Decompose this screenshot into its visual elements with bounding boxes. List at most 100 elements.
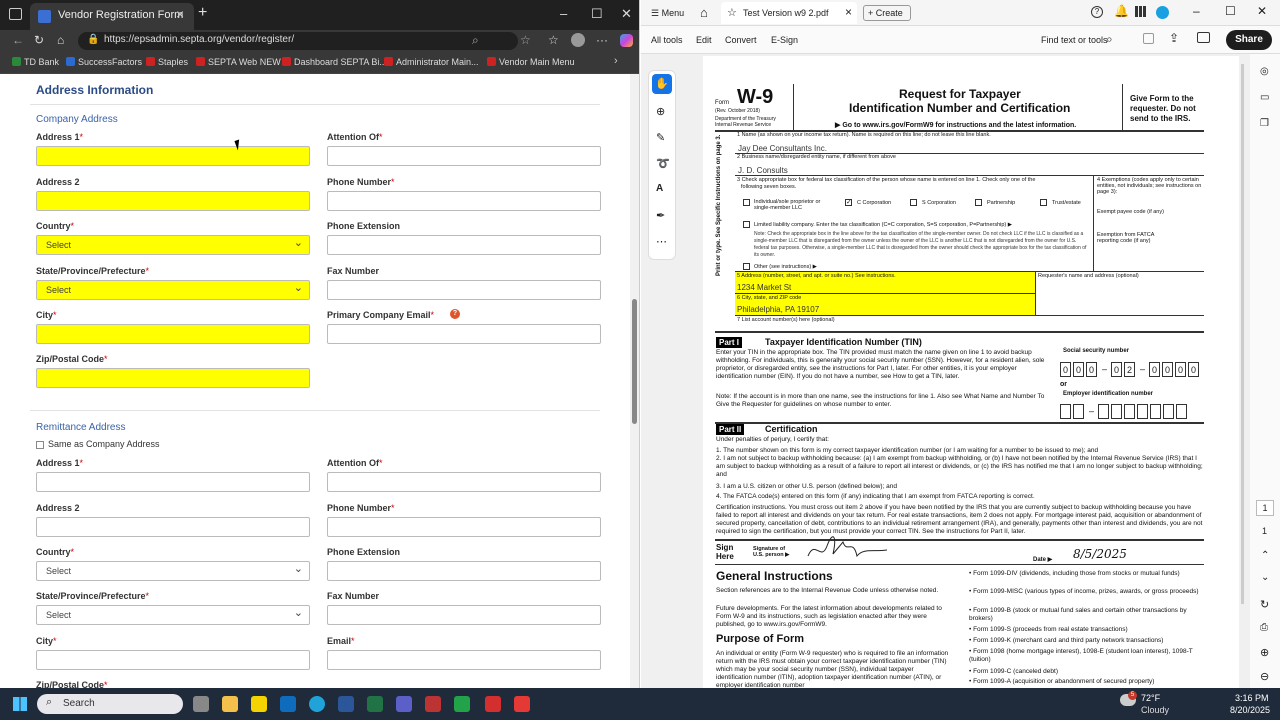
save-icon[interactable] bbox=[1143, 33, 1154, 44]
profile-avatar[interactable] bbox=[571, 33, 585, 47]
hand-tool-icon[interactable]: ✋ bbox=[652, 74, 672, 94]
page-fit-icon[interactable]: ⎙ bbox=[1260, 622, 1268, 633]
bookmark-septa-web[interactable]: SEPTA Web NEW bbox=[196, 57, 281, 67]
edit-tab[interactable]: Edit bbox=[696, 35, 712, 45]
bookmark-dashboard[interactable]: Dashboard SEPTA Bi... bbox=[282, 57, 387, 67]
ssn-digit[interactable]: 0 bbox=[1162, 362, 1173, 377]
remit-phone-input[interactable] bbox=[327, 517, 601, 537]
scorp-checkbox[interactable] bbox=[910, 199, 917, 206]
ssn-digit[interactable]: 0 bbox=[1111, 362, 1122, 377]
snipping-tool-icon[interactable] bbox=[425, 696, 441, 712]
more-menu-icon[interactable]: ··· bbox=[596, 33, 608, 47]
sticky-notes-icon[interactable] bbox=[251, 696, 267, 712]
llc-checkbox[interactable] bbox=[743, 221, 750, 228]
help-icon[interactable]: ? bbox=[450, 309, 460, 319]
word-icon[interactable] bbox=[338, 696, 354, 712]
page-scrollbar[interactable] bbox=[630, 74, 639, 688]
start-windows-icon[interactable] bbox=[13, 697, 27, 711]
company-state-select[interactable]: Select bbox=[36, 280, 310, 300]
ssn-digit[interactable]: 0 bbox=[1149, 362, 1160, 377]
account-avatar[interactable] bbox=[1156, 6, 1169, 19]
remit-country-select[interactable]: Select bbox=[36, 561, 310, 581]
ein-digit[interactable] bbox=[1150, 404, 1161, 419]
more-tools-icon[interactable]: ⋯ bbox=[656, 235, 667, 248]
minimize-icon[interactable]: – bbox=[1193, 4, 1200, 18]
home-icon[interactable]: ⌂ bbox=[57, 33, 64, 47]
remit-state-select[interactable]: Select bbox=[36, 605, 310, 625]
zoom-icon[interactable]: ⌕ bbox=[472, 33, 479, 48]
acrobat-icon[interactable] bbox=[485, 696, 501, 712]
zoom-in-icon[interactable]: ⊕ bbox=[1260, 646, 1269, 659]
page-number-input[interactable]: 1 bbox=[1256, 500, 1274, 516]
bookmark-successfactors[interactable]: SuccessFactors bbox=[66, 57, 142, 67]
back-icon[interactable]: ← bbox=[12, 33, 24, 47]
pdf-tab[interactable]: ☆ Test Version w9 2.pdf × bbox=[721, 2, 857, 24]
remit-address1-input[interactable] bbox=[36, 472, 310, 492]
maximize-icon[interactable]: ☐ bbox=[1225, 4, 1236, 18]
fill-sign-icon[interactable]: ✒ bbox=[656, 209, 665, 222]
scrollbar-thumb[interactable] bbox=[632, 299, 637, 424]
edge-icon[interactable] bbox=[309, 696, 325, 712]
close-window-icon[interactable]: ✕ bbox=[1257, 4, 1267, 18]
clock-date[interactable]: 8/20/2025 bbox=[1230, 705, 1270, 715]
comment-zoom-icon[interactable]: ⊕ bbox=[656, 105, 665, 118]
notifications-bell-icon[interactable]: 🔔 bbox=[1114, 4, 1129, 18]
url-field[interactable]: 🔒 https://epsadmin.septa.org/vendor/regi… bbox=[78, 32, 518, 50]
lasso-icon[interactable]: ➰ bbox=[656, 157, 670, 170]
remit-phone-ext-input[interactable] bbox=[327, 561, 601, 581]
excel-icon[interactable] bbox=[367, 696, 383, 712]
company-city-input[interactable] bbox=[36, 324, 310, 344]
company-address2-input[interactable] bbox=[36, 191, 310, 211]
bookmark-vendor-menu[interactable]: Vendor Main Menu bbox=[487, 57, 575, 67]
other-checkbox[interactable] bbox=[743, 263, 750, 270]
pdf-scrollbar[interactable] bbox=[1241, 64, 1244, 604]
home-icon[interactable]: ⌂ bbox=[700, 5, 708, 20]
upload-cloud-icon[interactable]: ⇪ bbox=[1169, 31, 1179, 45]
partnership-checkbox[interactable] bbox=[975, 199, 982, 206]
minimize-icon[interactable]: – bbox=[560, 6, 567, 21]
close-window-icon[interactable]: ✕ bbox=[621, 6, 632, 22]
all-tools-tab[interactable]: All tools bbox=[651, 35, 683, 45]
new-tab-icon[interactable]: + bbox=[198, 4, 207, 22]
taskbar-search[interactable]: ⌕ Search bbox=[37, 694, 183, 714]
close-tab-icon[interactable]: × bbox=[176, 6, 184, 22]
ssn-digit[interactable]: 0 bbox=[1188, 362, 1199, 377]
close-tab-icon[interactable]: × bbox=[845, 5, 852, 19]
ein-digit[interactable] bbox=[1060, 404, 1071, 419]
ein-digit[interactable] bbox=[1073, 404, 1084, 419]
date-value[interactable]: 8/5/2025 bbox=[1073, 547, 1127, 561]
ssn-digit[interactable]: 0 bbox=[1060, 362, 1071, 377]
search-icon[interactable]: ⌕ bbox=[1106, 32, 1113, 47]
apps-grid-icon[interactable] bbox=[1135, 6, 1146, 17]
city-value[interactable]: Philadelphia, PA 19107 bbox=[737, 305, 819, 314]
company-phone-ext-input[interactable] bbox=[327, 235, 601, 255]
clock-time[interactable]: 3:16 PM bbox=[1235, 693, 1269, 703]
bookmark-staples[interactable]: Staples bbox=[146, 57, 188, 67]
tab-actions-icon[interactable] bbox=[9, 8, 22, 20]
bookmark-administrator[interactable]: Administrator Main... bbox=[384, 57, 479, 67]
ein-digit[interactable] bbox=[1137, 404, 1148, 419]
menu-button[interactable]: ☰ Menu bbox=[651, 8, 684, 19]
ein-digit[interactable] bbox=[1163, 404, 1174, 419]
ssn-digit[interactable]: 0 bbox=[1073, 362, 1084, 377]
company-phone-input[interactable] bbox=[327, 191, 601, 211]
help-icon[interactable]: ? bbox=[1091, 6, 1103, 18]
same-as-company-checkbox[interactable] bbox=[36, 441, 44, 449]
app-icon-red[interactable] bbox=[514, 696, 530, 712]
bookmark-panel-icon[interactable]: ▭ bbox=[1260, 92, 1269, 103]
remit-address2-input[interactable] bbox=[36, 517, 310, 537]
company-attention-input[interactable] bbox=[327, 146, 601, 166]
page-down-icon[interactable]: ⌄ bbox=[1261, 572, 1269, 583]
ein-digit[interactable] bbox=[1111, 404, 1122, 419]
ccorp-checkbox[interactable]: ✓ bbox=[845, 199, 852, 206]
trust-checkbox[interactable] bbox=[1040, 199, 1047, 206]
company-address1-input[interactable] bbox=[36, 146, 310, 166]
company-email-input[interactable] bbox=[327, 324, 601, 344]
weather-temp[interactable]: 72°F bbox=[1141, 693, 1160, 703]
browser-tab[interactable]: Vendor Registration Form × bbox=[30, 3, 194, 30]
bookmark-td-bank[interactable]: TD Bank bbox=[12, 57, 59, 67]
share-button[interactable]: Share bbox=[1226, 30, 1272, 50]
page-up-icon[interactable]: ⌃ bbox=[1261, 550, 1269, 561]
company-country-select[interactable]: Select bbox=[36, 235, 310, 255]
teams-icon[interactable] bbox=[396, 696, 412, 712]
